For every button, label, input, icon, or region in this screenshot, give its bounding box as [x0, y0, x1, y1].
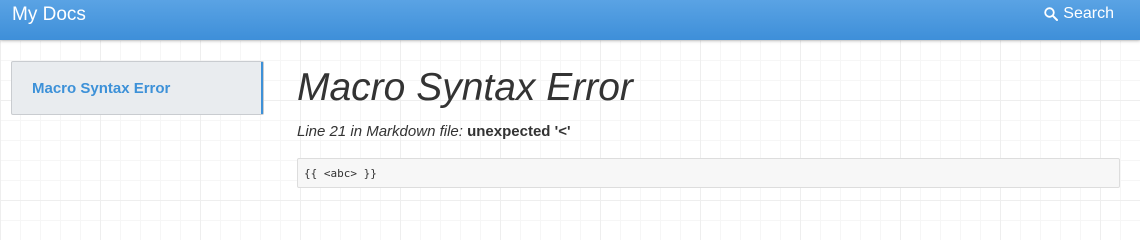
main-content: Macro Syntax Error Line 21 in Markdown f…: [297, 64, 1120, 188]
error-message: unexpected '<': [467, 123, 571, 140]
error-location: Line 21 in Markdown file:: [297, 123, 463, 140]
search-label: Search: [1063, 5, 1114, 22]
code-block: {{ <abc> }}: [297, 158, 1120, 188]
navbar: My Docs Search: [0, 0, 1140, 40]
error-line: Line 21 in Markdown file: unexpected '<': [297, 122, 1120, 142]
sidebar: Macro Syntax Error: [11, 61, 264, 115]
site-brand[interactable]: My Docs: [12, 4, 86, 26]
sidebar-item-label: Macro Syntax Error: [32, 79, 171, 97]
sidebar-item-macro-syntax-error[interactable]: Macro Syntax Error: [12, 62, 263, 114]
page-title: Macro Syntax Error: [297, 66, 633, 109]
search-button[interactable]: Search: [1044, 4, 1114, 24]
search-icon: [1044, 7, 1059, 21]
